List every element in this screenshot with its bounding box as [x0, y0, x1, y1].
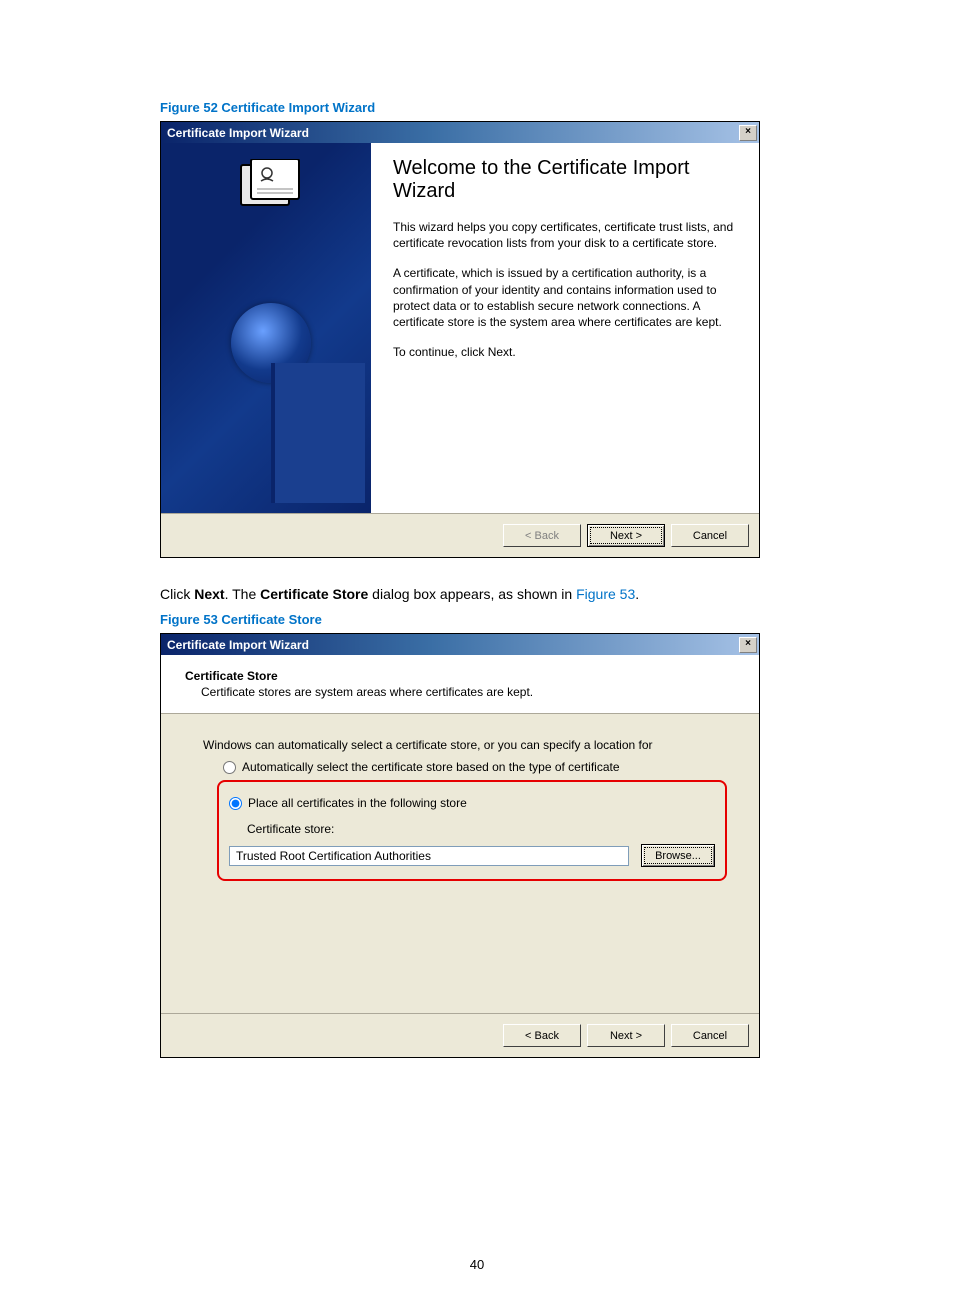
certificate-store-input[interactable]	[229, 846, 629, 866]
radio-place-all[interactable]	[229, 797, 242, 810]
certificate-store-subheader: Certificate stores are system areas wher…	[201, 685, 741, 699]
wizard-header-panel: Certificate Store Certificate stores are…	[161, 655, 759, 713]
certificate-store-label: Certificate store:	[247, 822, 715, 836]
next-button[interactable]: Next >	[587, 1024, 665, 1047]
wizard-body-panel: Windows can automatically select a certi…	[161, 713, 759, 1013]
dialog-title: Certificate Import Wizard	[167, 126, 309, 140]
wizard-heading: Welcome to the Certificate Import Wizard	[393, 157, 741, 203]
browse-button[interactable]: Browse...	[641, 844, 715, 867]
dialog-titlebar: Certificate Import Wizard ×	[161, 634, 759, 655]
wizard-paragraph-1: This wizard helps you copy certificates,…	[393, 219, 741, 251]
radio-place-label: Place all certificates in the following …	[248, 796, 467, 810]
back-button: < Back	[503, 524, 581, 547]
wizard-top-panel: Welcome to the Certificate Import Wizard…	[161, 143, 759, 513]
cancel-button[interactable]: Cancel	[671, 524, 749, 547]
wizard-paragraph-2: A certificate, which is issued by a cert…	[393, 265, 741, 330]
wizard-side-graphic	[161, 143, 371, 513]
instruction-paragraph: Click Next. The Certificate Store dialog…	[160, 586, 794, 602]
highlighted-selection: Place all certificates in the following …	[217, 780, 727, 881]
cert-store-dialog: Certificate Import Wizard × Certificate …	[160, 633, 760, 1058]
page-number: 40	[0, 1257, 954, 1272]
close-icon[interactable]: ×	[739, 637, 757, 653]
figure-52-caption: Figure 52 Certificate Import Wizard	[160, 100, 794, 115]
body-intro-text: Windows can automatically select a certi…	[203, 738, 731, 752]
dialog-titlebar: Certificate Import Wizard ×	[161, 122, 759, 143]
next-button[interactable]: Next >	[587, 524, 665, 547]
radio-auto-row[interactable]: Automatically select the certificate sto…	[223, 760, 731, 774]
wizard-button-row: < Back Next > Cancel	[161, 513, 759, 557]
wizard-main-panel: Welcome to the Certificate Import Wizard…	[371, 143, 759, 513]
close-icon[interactable]: ×	[739, 125, 757, 141]
radio-auto-select[interactable]	[223, 761, 236, 774]
cert-import-wizard-welcome-dialog: Certificate Import Wizard × Welcome t	[160, 121, 760, 558]
certificate-store-header: Certificate Store	[185, 669, 741, 683]
radio-place-row[interactable]: Place all certificates in the following …	[229, 796, 715, 810]
figure-53-link[interactable]: Figure 53	[576, 586, 635, 602]
certificate-icon	[237, 159, 307, 215]
figure-53-caption: Figure 53 Certificate Store	[160, 612, 794, 627]
wizard-paragraph-3: To continue, click Next.	[393, 344, 741, 360]
dialog-title: Certificate Import Wizard	[167, 638, 309, 652]
back-button[interactable]: < Back	[503, 1024, 581, 1047]
wizard-button-row: < Back Next > Cancel	[161, 1013, 759, 1057]
cancel-button[interactable]: Cancel	[671, 1024, 749, 1047]
radio-auto-label: Automatically select the certificate sto…	[242, 760, 620, 774]
